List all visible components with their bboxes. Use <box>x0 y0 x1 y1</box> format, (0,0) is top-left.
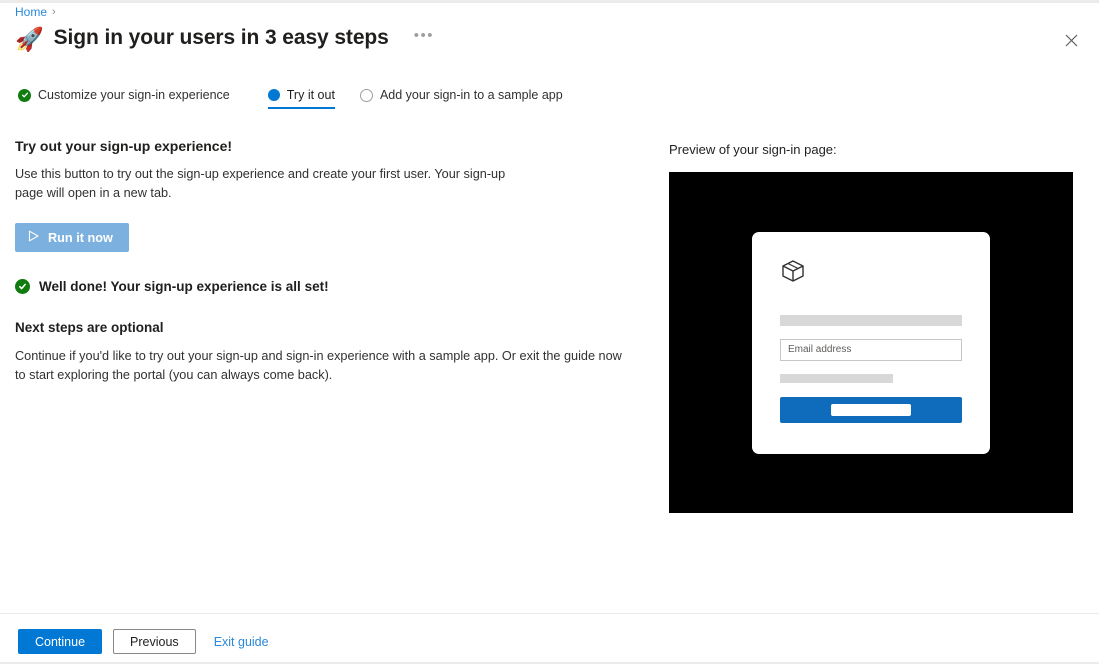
step-tabs: Customize your sign-in experience Try it… <box>18 88 563 109</box>
footer-actions: Continue Previous Exit guide <box>18 629 269 654</box>
section-heading: Try out your sign-up experience! <box>15 138 233 154</box>
next-steps-body-text: Continue if you'd like to try out your s… <box>15 349 622 382</box>
step-tab-try-it-out[interactable]: Try it out <box>267 88 336 109</box>
check-circle-icon <box>15 279 30 294</box>
preview-email-input[interactable]: Email address <box>780 338 962 361</box>
page-title: Sign in your users in 3 easy steps <box>53 26 389 49</box>
step-tab-sample-app[interactable]: Add your sign-in to a sample app <box>359 88 563 109</box>
step-tab-label: Try it out <box>286 88 335 102</box>
empty-circle-icon <box>359 88 373 102</box>
filled-circle-icon <box>267 89 280 101</box>
play-icon <box>28 230 39 245</box>
next-steps-heading: Next steps are optional <box>15 320 164 335</box>
close-icon[interactable] <box>1062 31 1081 50</box>
success-message: Well done! Your sign-up experience is al… <box>39 279 329 294</box>
title-row: 🚀 Sign in your users in 3 easy steps ••• <box>15 26 434 50</box>
run-it-now-button[interactable]: Run it now <box>15 223 129 252</box>
sign-in-preview-panel: Email address <box>669 172 1073 513</box>
run-it-now-label: Run it now <box>48 230 113 245</box>
step-tab-label: Customize your sign-in experience <box>38 88 230 102</box>
more-options-button[interactable]: ••• <box>414 27 434 44</box>
exit-guide-link[interactable]: Exit guide <box>214 635 269 649</box>
step-tab-label: Add your sign-in to a sample app <box>379 88 563 102</box>
footer-divider <box>0 613 1099 614</box>
main-content: Try out your sign-up experience! Use thi… <box>15 138 640 385</box>
preview-sign-in-card: Email address <box>752 231 990 454</box>
top-strip <box>0 0 1099 3</box>
previous-button[interactable]: Previous <box>113 629 196 654</box>
chevron-right-icon: › <box>52 6 56 18</box>
cube-box-icon <box>780 258 962 289</box>
preview-submit-button[interactable] <box>780 396 962 423</box>
preview-subtext-placeholder <box>780 373 893 383</box>
step-tab-customize[interactable]: Customize your sign-in experience <box>18 88 230 109</box>
section-body-text: Use this button to try out the sign-up e… <box>15 167 506 200</box>
breadcrumb-item-home[interactable]: Home <box>15 5 47 19</box>
breadcrumb: Home › <box>15 5 56 19</box>
continue-button[interactable]: Continue <box>18 629 103 654</box>
preview-submit-label-placeholder <box>830 403 912 416</box>
success-message-row: Well done! Your sign-up experience is al… <box>15 279 640 294</box>
check-circle-icon <box>18 88 31 102</box>
preview-title-placeholder <box>780 314 962 326</box>
preview-label: Preview of your sign-in page: <box>669 142 837 157</box>
rocket-icon: 🚀 <box>15 25 44 52</box>
